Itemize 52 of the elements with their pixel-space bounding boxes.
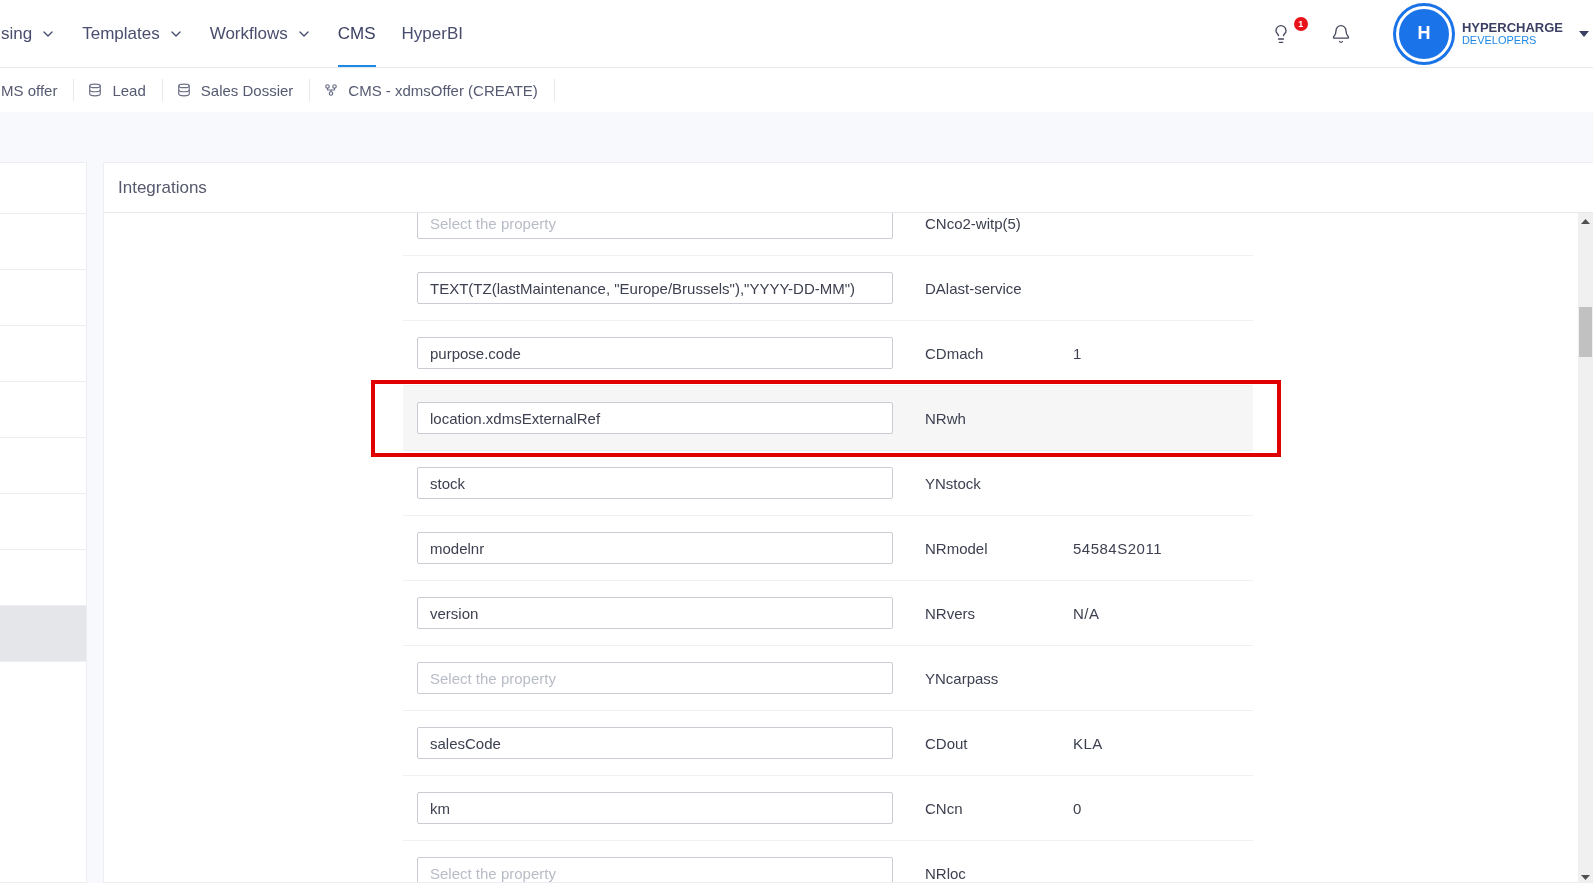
- property-field[interactable]: Select the property: [417, 213, 893, 239]
- field-code: NRwh: [925, 409, 967, 427]
- field-code: CDout: [925, 734, 969, 752]
- field-code: NRvers: [925, 604, 976, 622]
- field-code: CDmach: [925, 344, 985, 362]
- list-item[interactable]: [0, 605, 86, 661]
- sample-value: 54584S2011: [1073, 539, 1162, 557]
- breadcrumb-link[interactable]: MS offer: [1, 79, 75, 101]
- nav-tab[interactable]: HyperBI: [401, 0, 463, 67]
- sample-value: 0: [1073, 799, 1082, 817]
- field-code: YNcarpass: [925, 669, 1000, 687]
- notification-badge: 1: [1293, 16, 1308, 31]
- field-code: DAlast-service: [925, 279, 1023, 297]
- nav-tab[interactable]: Templates: [82, 0, 184, 67]
- sample-value: N/A: [1073, 604, 1100, 622]
- sample-value: KLA: [1073, 734, 1103, 752]
- org-name: HYPERCHARGE: [1461, 20, 1563, 34]
- scroll-down-icon[interactable]: [1581, 875, 1590, 880]
- field-code: CNcn: [925, 799, 964, 817]
- property-field[interactable]: Select the property: [417, 857, 893, 882]
- breadcrumb-link[interactable]: CMS - xdmsOffer (CREATE): [310, 79, 555, 101]
- mapping-row[interactable]: Select the property CNco2-witp(5): [403, 213, 1253, 256]
- scroll-up-icon[interactable]: [1581, 219, 1590, 224]
- property-field[interactable]: version: [417, 597, 893, 629]
- org-subtitle: DEVELOPERS: [1461, 33, 1538, 47]
- field-code: NRmodel: [925, 539, 989, 557]
- property-field[interactable]: modelnr: [417, 532, 893, 564]
- card-title: Integrations: [118, 177, 207, 198]
- property-field[interactable]: TEXT(TZ(lastMaintenance, "Europe/Brussels"),"YYYY-DD-MM"): [417, 272, 893, 304]
- field-code: CNco2-witp(5): [925, 214, 1022, 232]
- breadcrumb-link[interactable]: Lead: [74, 79, 163, 101]
- caret-down-icon[interactable]: [1579, 30, 1589, 37]
- scrollbar[interactable]: [1578, 213, 1593, 882]
- property-field[interactable]: salesCode: [417, 727, 893, 759]
- nav-tab[interactable]: sing: [1, 0, 57, 67]
- sample-value: 1: [1073, 344, 1082, 362]
- property-field[interactable]: purpose.code: [417, 337, 893, 369]
- scroll-thumb[interactable]: [1579, 307, 1592, 357]
- property-field[interactable]: Select the property: [417, 662, 893, 694]
- avatar[interactable]: H: [1395, 5, 1452, 62]
- fork-icon: [324, 83, 339, 97]
- field-code: YNstock: [925, 474, 982, 492]
- breadcrumb-link[interactable]: Sales Dossier: [162, 79, 311, 101]
- mapping-row[interactable]: location.xdmsExternalRef NRwh: [403, 386, 1253, 451]
- bell-icon[interactable]: [1330, 23, 1351, 44]
- property-field[interactable]: stock: [417, 467, 893, 499]
- database-icon: [88, 83, 103, 97]
- nav-tab[interactable]: Workflows: [209, 0, 312, 67]
- property-field[interactable]: km: [417, 792, 893, 824]
- property-field[interactable]: location.xdmsExternalRef: [417, 402, 893, 434]
- field-code: NRloc: [925, 864, 967, 882]
- database-icon: [176, 83, 191, 97]
